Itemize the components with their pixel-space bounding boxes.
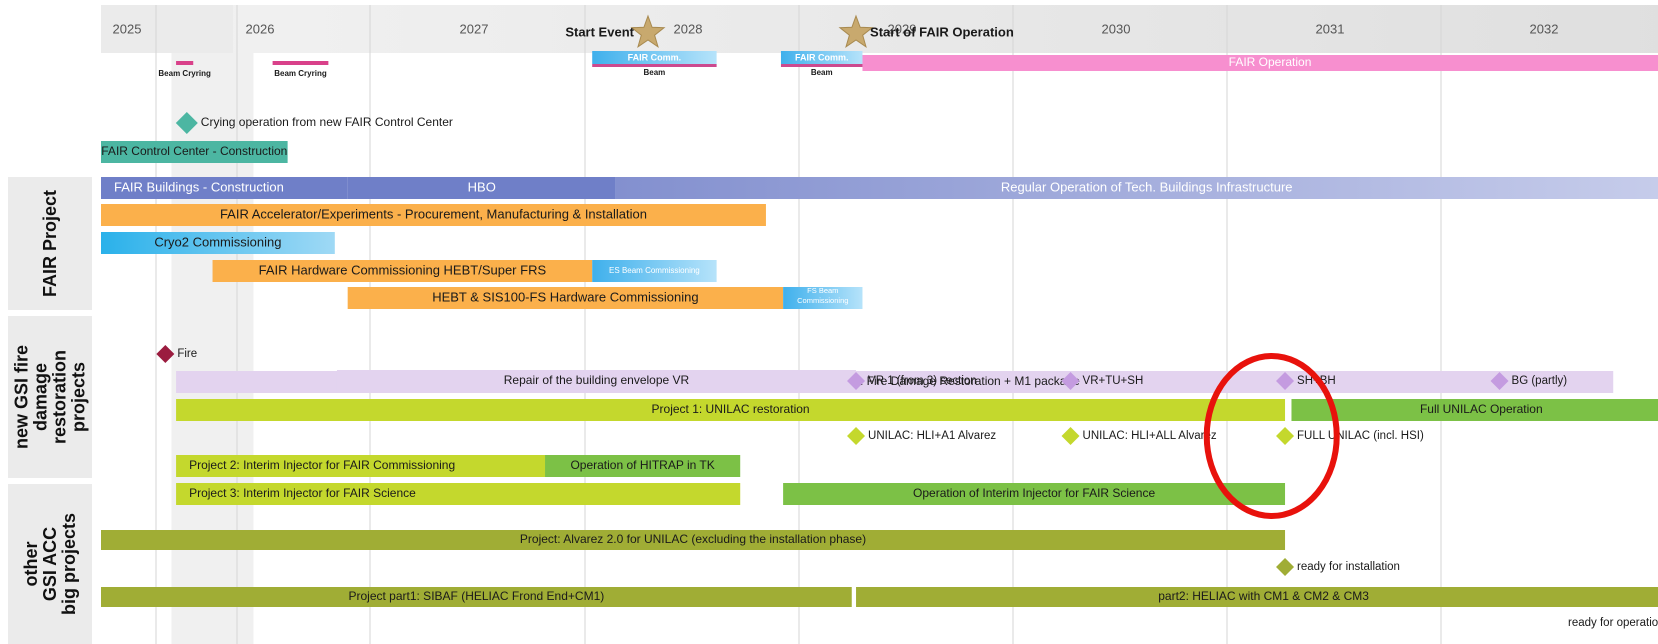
- task-label: part2: HELIAC with CM1 & CM2 & CM3: [1158, 589, 1369, 603]
- milestone-diamond-icon: [1061, 427, 1080, 445]
- task-label: FAIR Buildings - Construction: [114, 179, 284, 194]
- commissioning-beam-line: [780, 64, 863, 67]
- milestone-label: Crying operation from new FAIR Control C…: [201, 115, 453, 129]
- beam-marker: [272, 61, 329, 65]
- year-label-2026: 2026: [246, 21, 275, 36]
- milestone-label: FULL UNILAC (incl. HSI): [1297, 430, 1424, 442]
- task-label: Operation of Interim Injector for FAIR S…: [913, 486, 1155, 500]
- milestone-label: Fire: [177, 348, 197, 360]
- year-label-2031: 2031: [1316, 21, 1345, 36]
- commissioning-label: FAIR Comm.: [628, 52, 682, 62]
- task-label: Operation of HITRAP in TK: [570, 458, 714, 472]
- task-label: HBO: [468, 179, 496, 194]
- year-label-2025: 2025: [113, 21, 142, 36]
- group-label-line: projects: [69, 362, 89, 432]
- milestone-label: Start Event: [565, 24, 634, 39]
- milestone-label: UNILAC: HLI+ALL Alvarez: [1083, 430, 1217, 442]
- roadmap-chart: 2025 2026 2027 2028 2029 2030 2031 2032FAIR Pro…: [8, 5, 1658, 644]
- year-label-2027: 2027: [460, 21, 489, 36]
- task-label: ES Beam Commissioning: [609, 266, 700, 275]
- group-label-line: damage: [31, 363, 51, 431]
- task-label: Full UNILAC Operation: [1420, 402, 1543, 416]
- milestone-diamond-icon: [1276, 558, 1295, 576]
- year-label-2028: 2028: [674, 21, 703, 36]
- task-label-line: FS Beam: [807, 286, 838, 295]
- task-label: HEBT & SIS100-FS Hardware Commissioning: [432, 289, 698, 304]
- group-label-line: other: [21, 542, 41, 587]
- milestone-label: BG (partly): [1512, 375, 1568, 387]
- task-label: Cryo2 Commissioning: [154, 234, 281, 249]
- task-label: Regular Operation of Tech. Buildings Inf…: [1001, 179, 1293, 194]
- milestone-label: VR 1 (from 3) section: [868, 375, 977, 387]
- task-label: Project part1: SIBAF (HELIAC Frond End+C…: [348, 589, 604, 603]
- milestone-label: VR+TU+SH: [1083, 375, 1144, 387]
- beam-marker-label: Beam Cryring: [274, 69, 327, 78]
- milestone-diamond-icon: [847, 427, 866, 445]
- task-label: FAIR Accelerator/Experiments - Procureme…: [220, 206, 647, 221]
- commissioning-beam-line: [592, 64, 717, 67]
- task-label: Project: Alvarez 2.0 for UNILAC (excludi…: [520, 532, 866, 546]
- milestone-label: UNILAC: HLI+A1 Alvarez: [868, 430, 996, 442]
- group-label-line: FAIR Project: [40, 190, 60, 297]
- group-label-line: restoration: [50, 350, 70, 444]
- task-label: FAIR Hardware Commissioning HEBT/Super F…: [259, 262, 547, 277]
- commissioning-label: FAIR Comm.: [795, 52, 849, 62]
- commissioning-sublabel: Beam: [811, 68, 833, 77]
- beam-marker-label: Beam Cryring: [158, 69, 211, 78]
- task-label: Repair of the building envelope VR: [504, 373, 690, 387]
- beam-marker: [176, 61, 194, 65]
- task-label: FAIR Control Center - Construction: [101, 144, 287, 158]
- task-label-line: Commissioning: [797, 296, 848, 305]
- year-label-2032: 2032: [1530, 21, 1559, 36]
- task-label: FAIR Operation: [1229, 55, 1312, 69]
- group-label-line: big projects: [59, 513, 79, 615]
- milestone-diamond-icon: [1276, 427, 1295, 445]
- commissioning-sublabel: Beam: [644, 68, 666, 77]
- milestone-label: ready for operation: [1568, 617, 1658, 629]
- task-label: Project 3: Interim Injector for FAIR Sci…: [189, 486, 416, 500]
- group-label-line: new GSI fire: [12, 345, 32, 449]
- task-label: Project 2: Interim Injector for FAIR Com…: [189, 458, 455, 472]
- year-label-2030: 2030: [1102, 21, 1131, 36]
- group-label: FAIR Project: [40, 190, 60, 297]
- task-label: Project 1: UNILAC restoration: [652, 402, 810, 416]
- group-label-line: GSI ACC: [40, 527, 60, 601]
- milestone-label: ready for installation: [1297, 561, 1400, 573]
- milestone-label: Start of FAIR Operation: [870, 24, 1014, 39]
